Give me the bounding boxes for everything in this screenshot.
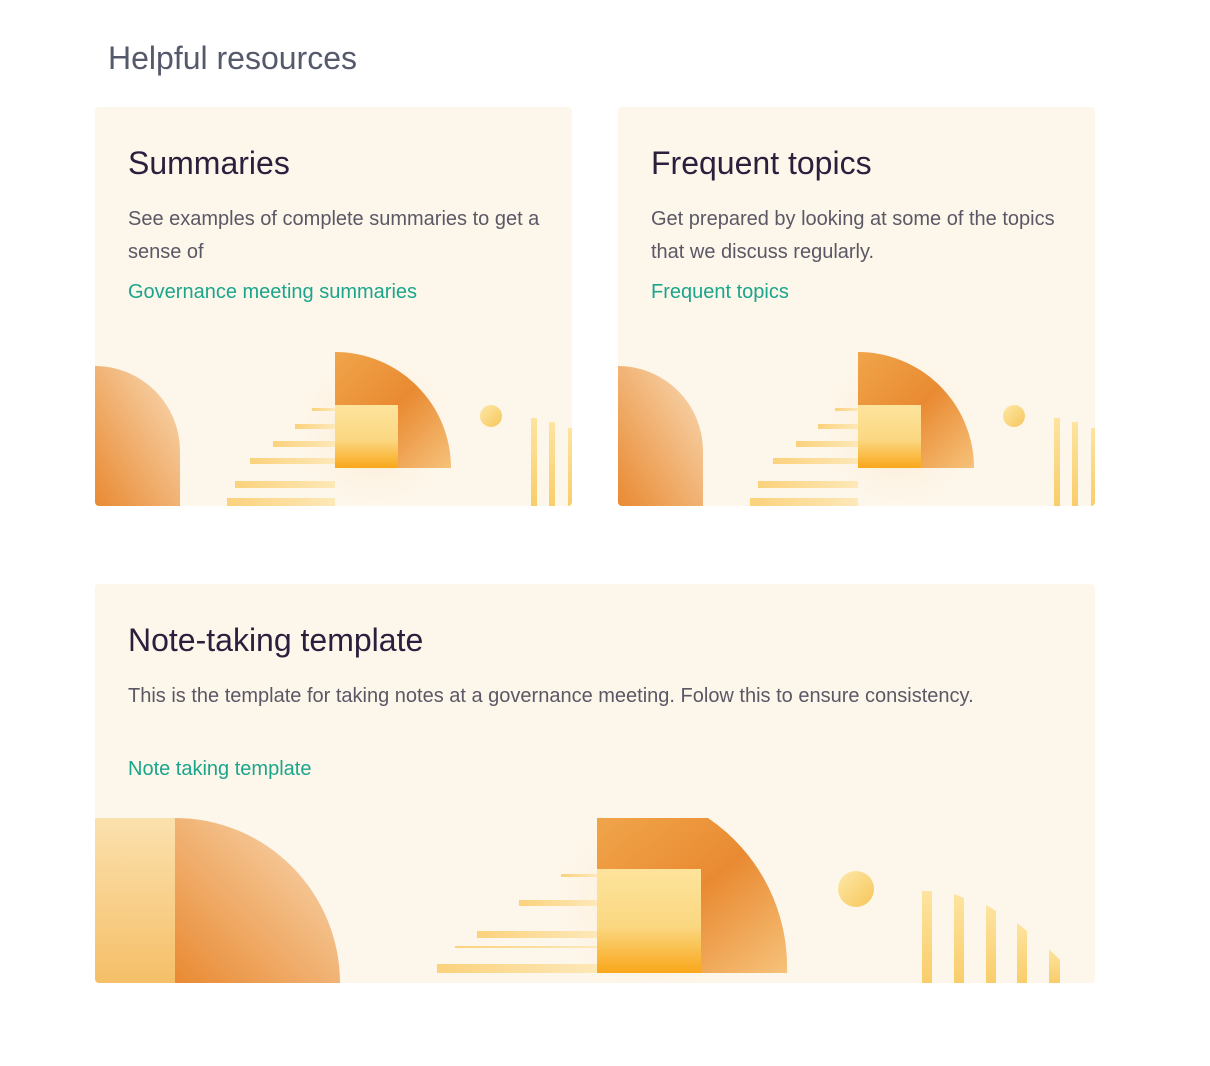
- card-illustration: [618, 346, 1095, 506]
- resource-card-note-taking: Note-taking template This is the templat…: [95, 584, 1095, 983]
- card-description: Get prepared by looking at some of the t…: [651, 208, 1055, 263]
- card-description: See examples of complete summaries to ge…: [128, 208, 540, 263]
- resource-card-summaries: Summaries See examples of complete summa…: [95, 107, 572, 506]
- frequent-topics-link[interactable]: Frequent topics: [651, 281, 789, 304]
- card-title: Summaries: [128, 145, 290, 181]
- card-illustration: [95, 818, 1060, 983]
- resource-card-frequent-topics: Frequent topics Get prepared by looking …: [618, 107, 1095, 506]
- card-title: Frequent topics: [651, 145, 872, 181]
- card-description: This is the template for taking notes at…: [128, 685, 974, 707]
- note-taking-template-link[interactable]: Note taking template: [128, 758, 311, 781]
- page-title: Helpful resources: [108, 40, 357, 76]
- governance-summaries-link[interactable]: Governance meeting summaries: [128, 281, 417, 304]
- card-illustration: [95, 346, 572, 506]
- card-title: Note-taking template: [128, 622, 424, 658]
